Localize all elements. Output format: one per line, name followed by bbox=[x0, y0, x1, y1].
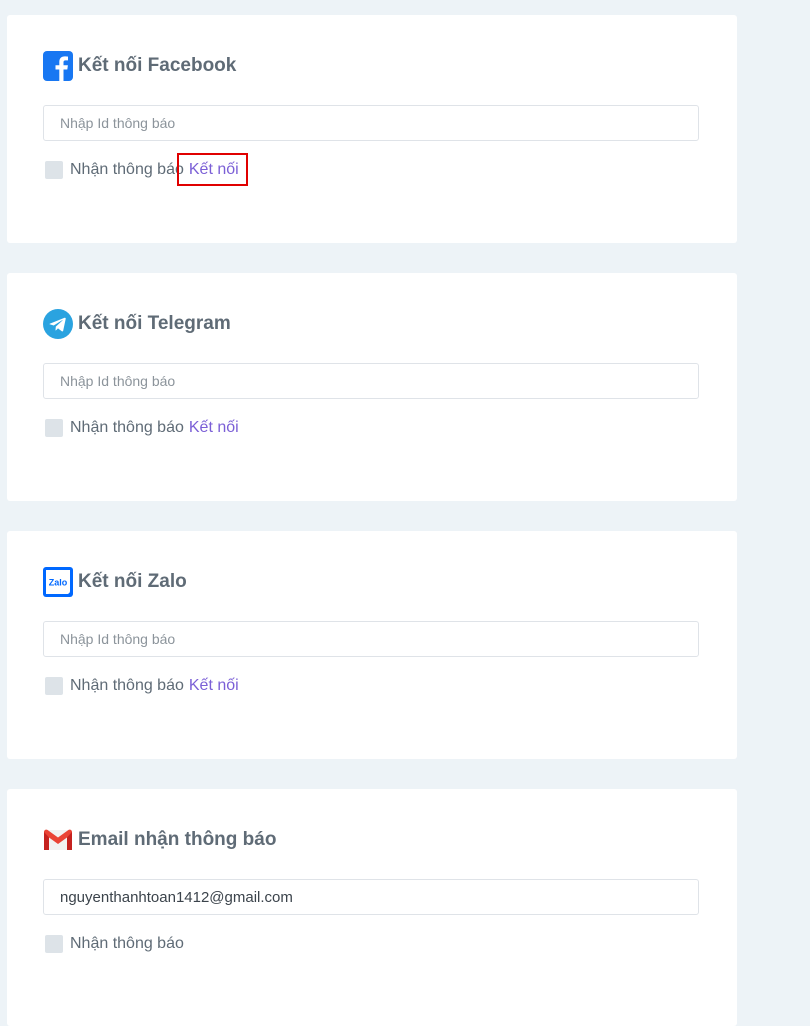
email-input[interactable] bbox=[43, 879, 699, 915]
facebook-card: Kết nối Facebook Nhận thông báo Kết nối bbox=[7, 15, 737, 243]
email-notify-row: Nhận thông báo bbox=[45, 934, 184, 954]
email-card-title: Email nhận thông báo bbox=[78, 829, 277, 850]
email-card-header: Email nhận thông báo bbox=[43, 825, 276, 855]
email-card: Email nhận thông báo Nhận thông báo bbox=[7, 789, 737, 1026]
zalo-card-title: Kết nối Zalo bbox=[78, 571, 187, 592]
telegram-notify-checkbox[interactable] bbox=[45, 419, 63, 437]
zalo-icon: Zalo bbox=[43, 567, 73, 597]
facebook-card-header: Kết nối Facebook bbox=[43, 51, 236, 81]
telegram-connect-link[interactable]: Kết nối bbox=[189, 419, 239, 437]
facebook-icon bbox=[43, 51, 73, 81]
facebook-notify-label: Nhận thông báo bbox=[70, 161, 184, 178]
zalo-notify-row: Nhận thông báo Kết nối bbox=[45, 676, 239, 696]
zalo-notify-checkbox[interactable] bbox=[45, 677, 63, 695]
zalo-card: Zalo Kết nối Zalo Nhận thông báo Kết nối bbox=[7, 531, 737, 759]
telegram-card-title: Kết nối Telegram bbox=[78, 313, 231, 334]
telegram-notify-row: Nhận thông báo Kết nối bbox=[45, 418, 239, 438]
telegram-card-header: Kết nối Telegram bbox=[43, 309, 231, 339]
zalo-icon-text: Zalo bbox=[49, 578, 68, 588]
email-notify-checkbox[interactable] bbox=[45, 935, 63, 953]
zalo-card-header: Zalo Kết nối Zalo bbox=[43, 567, 187, 597]
zalo-id-input[interactable] bbox=[43, 621, 699, 657]
facebook-card-title: Kết nối Facebook bbox=[78, 55, 237, 76]
email-notify-label: Nhận thông báo bbox=[70, 935, 184, 952]
gmail-icon bbox=[43, 825, 73, 855]
highlight-box bbox=[177, 153, 248, 186]
zalo-notify-label: Nhận thông báo bbox=[70, 677, 184, 694]
facebook-notify-checkbox[interactable] bbox=[45, 161, 63, 179]
telegram-notify-label: Nhận thông báo bbox=[70, 419, 184, 436]
telegram-icon bbox=[43, 309, 73, 339]
telegram-card: Kết nối Telegram Nhận thông báo Kết nối bbox=[7, 273, 737, 501]
facebook-id-input[interactable] bbox=[43, 105, 699, 141]
telegram-id-input[interactable] bbox=[43, 363, 699, 399]
zalo-connect-link[interactable]: Kết nối bbox=[189, 677, 239, 695]
